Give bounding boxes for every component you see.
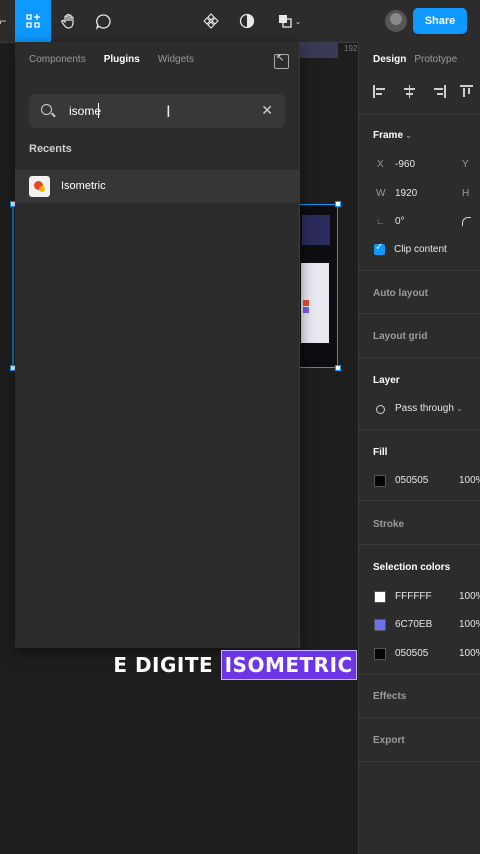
frame-heading[interactable]: Frame ⌄	[373, 130, 412, 141]
plugins-panel: Components Plugins Widgets isome I ✕ Rec…	[15, 42, 300, 648]
divider	[359, 429, 480, 430]
resize-handle[interactable]	[335, 201, 341, 207]
tab-design[interactable]: Design	[373, 54, 406, 65]
chevron-down-icon: ⌄	[294, 16, 302, 26]
tab-widgets[interactable]: Widgets	[158, 54, 194, 65]
ruler-label: 192	[344, 44, 358, 53]
frame-shape	[303, 307, 309, 313]
alignment-toolbar	[373, 85, 475, 98]
collapse-panel-icon[interactable]	[274, 53, 289, 69]
selection-colors-heading: Selection colors	[373, 562, 451, 573]
rotation-icon: ∟	[376, 216, 385, 226]
w-label: W	[376, 188, 386, 199]
selection-edge	[12, 204, 14, 368]
tab-prototype[interactable]: Prototype	[414, 54, 457, 65]
w-field[interactable]: 1920	[395, 188, 417, 199]
color-hex[interactable]: 6C70EB	[395, 619, 432, 630]
video-caption: E DIGITE ISOMETRIC	[0, 650, 470, 680]
tab-components[interactable]: Components	[29, 54, 86, 65]
selected-frame-preview[interactable]	[298, 204, 338, 368]
comment-icon	[95, 13, 111, 30]
layer-heading: Layer	[373, 375, 400, 386]
close-icon[interactable]: ✕	[261, 102, 273, 119]
color-opacity[interactable]: 100%	[459, 591, 480, 602]
h-label: H	[462, 188, 470, 199]
divider	[359, 270, 480, 271]
caption-text: E DIGITE	[113, 653, 221, 677]
comment-tool-button[interactable]	[91, 0, 115, 42]
plugin-grid-button[interactable]	[15, 0, 51, 42]
list-item[interactable]: Isometric	[15, 170, 299, 203]
color-hex[interactable]: FFFFFF	[395, 591, 432, 602]
plugin-grid-icon	[26, 14, 40, 28]
stroke-heading[interactable]: Stroke	[373, 519, 404, 530]
auto-layout-heading[interactable]: Auto layout	[373, 288, 428, 299]
design-tabs: Design Prototype	[373, 54, 457, 65]
resize-handle[interactable]	[335, 365, 341, 371]
fill-hex[interactable]: 050505	[395, 475, 428, 486]
frame-shape	[302, 215, 330, 245]
caption-highlight: ISOMETRIC	[220, 650, 357, 680]
top-toolbar: ⌐ ⌄ Share	[0, 0, 480, 43]
search-input[interactable]: isome	[69, 104, 101, 118]
divider	[359, 357, 480, 358]
align-right-icon[interactable]	[431, 85, 446, 98]
resource-tabs: Components Plugins Widgets	[29, 54, 194, 65]
plugin-search-field[interactable]: isome I ✕	[29, 94, 285, 128]
tab-plugins[interactable]: Plugins	[104, 54, 140, 65]
search-icon	[41, 104, 52, 115]
menu-edge[interactable]: ⌐	[0, 0, 7, 42]
export-heading[interactable]: Export	[373, 735, 405, 746]
corner-radius-icon	[462, 217, 471, 226]
divider	[359, 544, 480, 545]
hand-icon	[61, 13, 74, 29]
text-caret	[98, 103, 99, 118]
contrast-button[interactable]	[236, 0, 258, 42]
rotation-field[interactable]: 0°	[395, 216, 405, 227]
color-swatch[interactable]	[374, 619, 386, 631]
effects-heading[interactable]: Effects	[373, 691, 406, 702]
component-icon	[203, 13, 219, 29]
hand-tool-button[interactable]	[56, 0, 82, 42]
isometric-plugin-icon	[29, 176, 50, 197]
multiplayer-icon	[278, 15, 292, 28]
fill-swatch[interactable]	[374, 475, 386, 487]
color-opacity[interactable]: 100%	[459, 619, 480, 630]
x-field[interactable]: -960	[395, 159, 415, 170]
plugin-name: Isometric	[61, 180, 106, 192]
chevron-down-icon: ⌄	[403, 131, 412, 140]
divider	[359, 717, 480, 718]
design-panel: Design Prototype Frame ⌄ X -960 Y W 1920…	[358, 42, 480, 854]
divider	[359, 313, 480, 314]
divider	[359, 114, 480, 115]
text-cursor-icon: I	[166, 102, 171, 121]
contrast-icon	[239, 13, 255, 29]
frame-shape	[303, 300, 309, 306]
fill-heading: Fill	[373, 447, 388, 458]
divider	[359, 500, 480, 501]
clip-content-label: Clip content	[394, 244, 447, 255]
blend-mode-icon	[376, 405, 385, 414]
clip-content-checkbox[interactable]	[374, 242, 385, 255]
color-swatch[interactable]	[374, 591, 386, 603]
x-label: X	[377, 159, 384, 170]
recents-heading: Recents	[29, 143, 72, 155]
component-button[interactable]	[200, 0, 222, 42]
divider	[359, 761, 480, 762]
chevron-down-icon: ⌄	[453, 404, 463, 413]
multiplayer-menu-button[interactable]: ⌄	[272, 0, 306, 42]
align-center-icon[interactable]	[402, 85, 417, 98]
canvas-ruler-highlight	[298, 42, 338, 58]
align-left-icon[interactable]	[373, 85, 388, 98]
align-top-icon[interactable]	[460, 85, 475, 98]
blend-mode-select[interactable]: Pass through ⌄	[395, 403, 463, 414]
avatar[interactable]	[385, 10, 407, 32]
share-button[interactable]: Share	[413, 8, 467, 34]
layout-grid-heading[interactable]: Layout grid	[373, 331, 427, 342]
fill-opacity[interactable]: 100%	[459, 475, 480, 486]
y-label: Y	[462, 159, 469, 170]
